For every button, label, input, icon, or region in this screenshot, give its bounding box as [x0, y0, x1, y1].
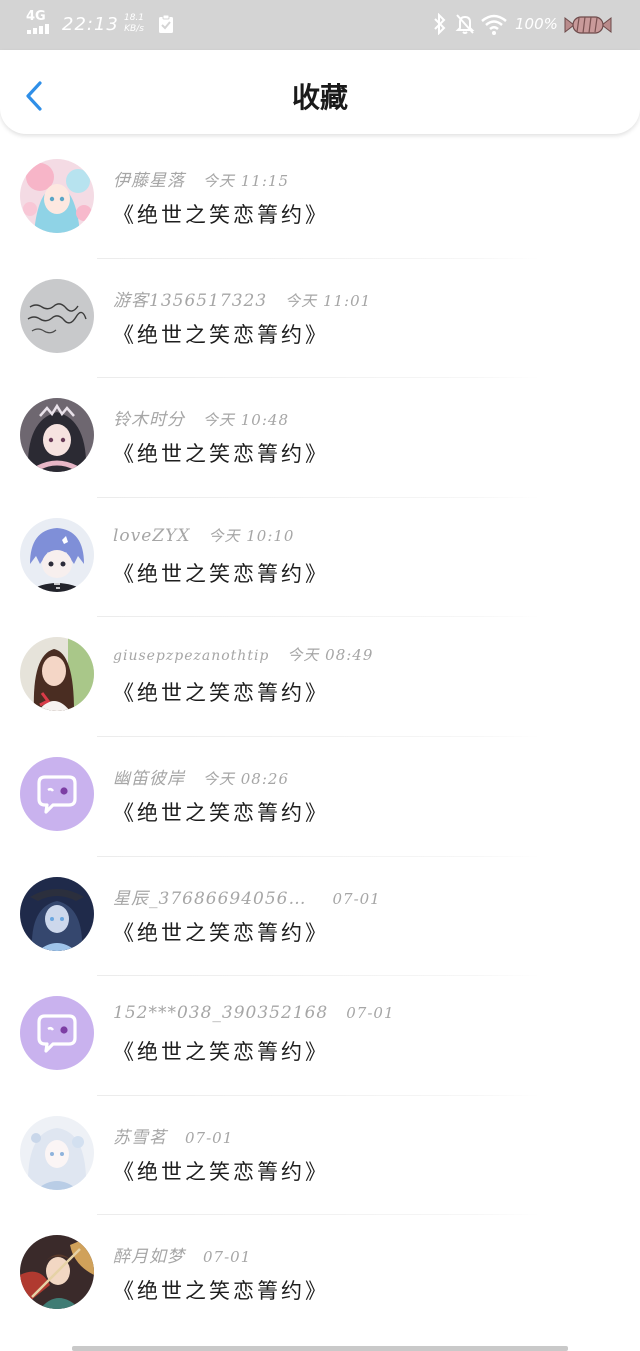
battery-percent: 100% — [515, 15, 558, 33]
book-title: 《绝世之笑恋箐约》 — [113, 681, 329, 706]
user-name: 铃木时分 — [113, 410, 185, 431]
default-chat-avatar[interactable] — [20, 756, 94, 831]
wifi-icon — [481, 14, 507, 35]
item-time: 今天 10:10 — [208, 526, 295, 545]
network-type: 4G — [26, 9, 46, 24]
list-item[interactable]: giusepzpezanothtip 今天 08:49 《绝世之笑恋箐约》 — [0, 617, 640, 737]
item-meta: loveZYX 今天 10:10 — [113, 525, 294, 547]
user-name: 醉月如梦 — [113, 1247, 185, 1268]
book-title: 《绝世之笑恋箐约》 — [113, 203, 329, 227]
clipboard-check-icon — [159, 14, 173, 33]
list-item[interactable]: 游客1356517323 今天 11:01 《绝世之笑恋箐约》 — [0, 259, 640, 379]
user-name: 游客1356517323 — [113, 290, 268, 311]
list-item[interactable]: 幽笛彼岸 今天 08:26 《绝世之笑恋箐约》 — [0, 737, 640, 857]
item-meta: 伊藤星落 今天 11:15 — [113, 166, 289, 191]
user-name: 152***038_390352168 — [113, 1003, 329, 1024]
item-meta: giusepzpezanothtip 今天 08:49 — [113, 644, 373, 666]
anime-pink-avatar[interactable] — [20, 159, 94, 233]
status-bar: 4G 22:13 18.1 KB/s 100% — [0, 0, 640, 50]
signal-icon — [27, 24, 49, 34]
network-speed: 18.1 KB/s — [121, 13, 147, 35]
item-time: 07-01 — [203, 1248, 252, 1267]
default-chat-avatar[interactable] — [20, 996, 94, 1071]
item-meta: 苏雪茗 07-01 — [113, 1123, 234, 1148]
item-time: 今天 11:15 — [203, 172, 289, 190]
item-time: 今天 08:26 — [203, 769, 289, 788]
mute-icon — [455, 14, 475, 34]
user-name: 幽笛彼岸 — [113, 768, 185, 789]
book-title: 《绝世之笑恋箐约》 — [113, 920, 329, 945]
item-time: 07-01 — [346, 1004, 395, 1023]
list-item[interactable]: 星辰_37686694056… 07-01 《绝世之笑恋箐约》 — [0, 857, 640, 977]
item-time: 07-01 — [332, 889, 381, 908]
app-header: 收藏 — [0, 50, 640, 134]
bluetooth-icon — [434, 13, 446, 35]
page-title: 收藏 — [291, 81, 348, 114]
item-meta: 152***038_390352168 07-01 — [113, 1003, 395, 1025]
book-title: 《绝世之笑恋箐约》 — [113, 1159, 329, 1184]
user-name: 苏雪茗 — [113, 1127, 167, 1148]
book-title: 《绝世之笑恋箐约》 — [113, 561, 329, 586]
list-item[interactable]: 铃木时分 今天 10:48 《绝世之笑恋箐约》 — [0, 378, 640, 498]
anime-tiara-avatar[interactable] — [20, 398, 94, 473]
list-item[interactable]: 醉月如梦 07-01 《绝世之笑恋箐约》 — [0, 1215, 640, 1335]
item-meta: 游客1356517323 今天 11:01 — [113, 286, 372, 311]
item-meta: 铃木时分 今天 10:48 — [113, 405, 289, 431]
photo-girl-avatar[interactable] — [20, 637, 94, 712]
candy-battery-icon — [564, 16, 612, 34]
book-title: 《绝世之笑恋箐约》 — [113, 800, 329, 825]
item-meta: 醉月如梦 07-01 — [113, 1242, 252, 1268]
speed-value: 18.1 — [123, 13, 145, 23]
item-meta: 幽笛彼岸 今天 08:26 — [113, 764, 289, 789]
user-name: 星辰_37686694056… — [113, 888, 307, 909]
item-time: 今天 11:01 — [285, 291, 372, 310]
book-title: 《绝世之笑恋箐约》 — [113, 442, 329, 467]
user-name: 伊藤星落 — [113, 171, 185, 191]
list-item[interactable]: 苏雪茗 07-01 《绝世之笑恋箐约》 — [0, 1096, 640, 1216]
item-time: 07-01 — [185, 1128, 234, 1147]
book-title: 《绝世之笑恋箐约》 — [113, 322, 329, 347]
book-title: 《绝世之笑恋箐约》 — [113, 1279, 329, 1304]
list-item[interactable]: loveZYX 今天 10:10 《绝世之笑恋箐约》 — [0, 498, 640, 618]
item-time: 今天 10:48 — [203, 411, 289, 430]
favorites-list: 伊藤星落 今天 11:15 《绝世之笑恋箐约》 游客1356517323 今天 11… — [0, 139, 640, 1335]
speed-unit: KB/s — [124, 24, 144, 34]
anime-blue-hair-avatar[interactable] — [20, 517, 94, 592]
item-time: 今天 08:49 — [287, 646, 374, 665]
bottom-scroll-edge — [72, 1346, 568, 1351]
list-item[interactable]: 152***038_390352168 07-01 《绝世之笑恋箐约》 — [0, 976, 640, 1096]
item-meta: 星辰_37686694056… 07-01 — [113, 884, 381, 909]
handwriting-avatar[interactable] — [20, 278, 94, 353]
user-name: giusepzpezanothtip — [113, 648, 270, 665]
book-title: 《绝世之笑恋箐约》 — [113, 1040, 329, 1065]
clock: 22:13 — [62, 14, 119, 35]
anime-warrior-avatar[interactable] — [20, 1235, 94, 1310]
list-item[interactable]: 伊藤星落 今天 11:15 《绝世之笑恋箐约》 — [0, 139, 640, 259]
user-name: loveZYX — [113, 525, 191, 546]
anime-white-avatar[interactable] — [20, 1115, 94, 1190]
anime-dark-avatar[interactable] — [20, 876, 94, 951]
